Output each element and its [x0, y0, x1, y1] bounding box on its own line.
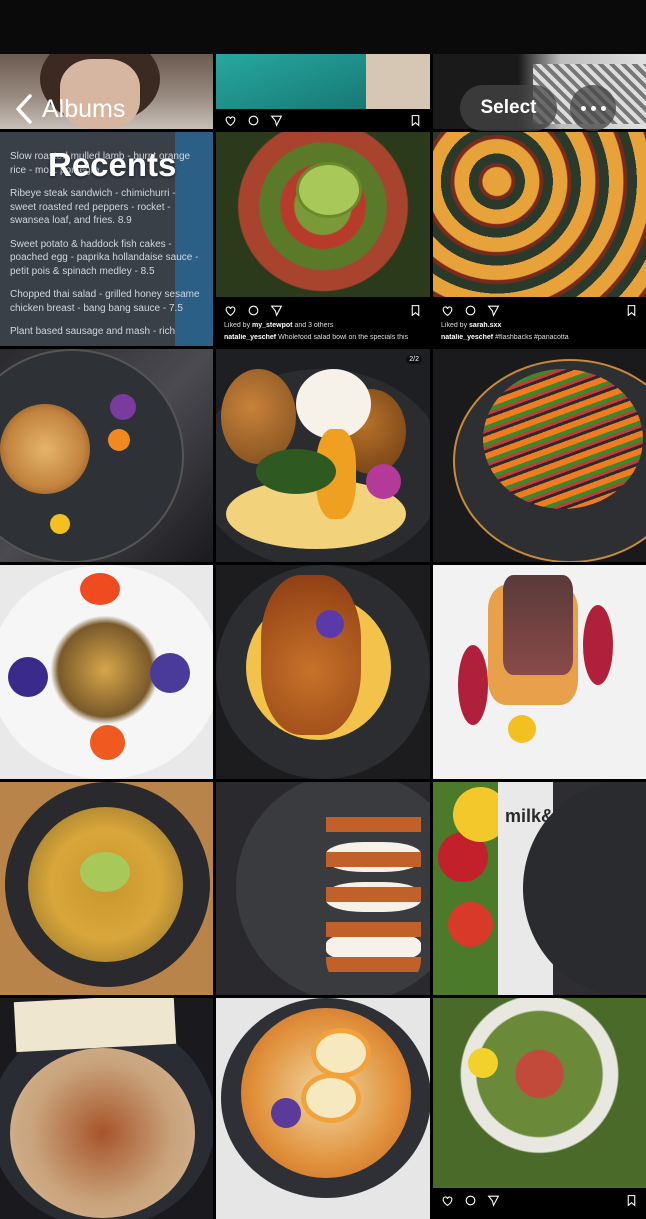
heart-icon[interactable]	[441, 1194, 454, 1207]
liked-by-user-link[interactable]: my_stewpot	[252, 322, 292, 329]
caption-line: natalie_yeschef Wholefood salad bowl on …	[224, 334, 409, 341]
ellipsis-icon	[580, 105, 586, 111]
menu-item: Plant based sausage and mash - rich	[10, 326, 176, 337]
photo-thumbnail[interactable]	[216, 998, 430, 1219]
liked-by-user-link[interactable]: sarah.sxx	[469, 322, 501, 329]
back-button[interactable]: Albums	[14, 90, 125, 128]
photo-thumbnail[interactable]	[433, 998, 646, 1219]
photo-thumbnail[interactable]: Liked by sarah.sxx natalie_yeschef #flas…	[433, 132, 646, 346]
photo-thumbnail[interactable]	[0, 349, 213, 562]
bookmark-icon[interactable]	[409, 304, 422, 317]
comment-icon[interactable]	[247, 304, 260, 317]
status-bar	[0, 0, 646, 54]
send-icon[interactable]	[487, 1194, 500, 1207]
photo-thumbnail[interactable]	[0, 565, 213, 779]
heart-icon[interactable]	[441, 304, 454, 317]
select-button[interactable]: Select	[460, 85, 557, 131]
caption-line: natalie_yeschef #flashbacks #panacotta	[441, 334, 569, 341]
photo-grid: Slow roasted mulled lamb - burnt orange …	[0, 54, 646, 1219]
comment-icon[interactable]	[464, 1194, 477, 1207]
caption-user-link[interactable]: natalie_yeschef	[441, 334, 493, 341]
send-icon[interactable]	[270, 304, 283, 317]
photo-thumbnail[interactable]	[433, 349, 646, 562]
bookmark-icon[interactable]	[409, 114, 422, 127]
menu-item: Sweet potato & haddock fish cakes - poac…	[10, 238, 199, 277]
photo-thumbnail[interactable]	[0, 998, 213, 1219]
likes-line: Liked by sarah.sxx	[441, 322, 502, 329]
photo-thumbnail[interactable]: milk& sugar	[433, 782, 646, 995]
photo-thumbnail[interactable]	[433, 565, 646, 779]
comment-icon[interactable]	[247, 114, 260, 127]
back-label: Albums	[42, 94, 126, 123]
photo-thumbnail[interactable]: 2/2	[216, 349, 430, 562]
caption-user-link[interactable]: natalie_yeschef	[224, 334, 276, 341]
photo-thumbnail[interactable]	[216, 54, 430, 129]
send-icon[interactable]	[270, 114, 283, 127]
comment-icon[interactable]	[464, 304, 477, 317]
menu-item: Ribeye steak sandwich - chimichurri - sw…	[10, 188, 176, 226]
photo-thumbnail[interactable]	[216, 782, 430, 995]
carousel-counter: 2/2	[406, 355, 422, 364]
heart-icon[interactable]	[224, 304, 237, 317]
menu-item: Chopped thai salad - grilled honey sesam…	[10, 289, 200, 314]
bookmark-icon[interactable]	[625, 1194, 638, 1207]
likes-line: Liked by my_stewpot and 3 others	[224, 322, 334, 329]
bookmark-icon[interactable]	[625, 304, 638, 317]
chevron-left-icon	[16, 94, 32, 124]
photo-thumbnail[interactable]: Liked by my_stewpot and 3 others natalie…	[216, 132, 430, 346]
photo-thumbnail[interactable]	[0, 782, 213, 995]
more-button[interactable]	[570, 85, 616, 131]
send-icon[interactable]	[487, 304, 500, 317]
heart-icon[interactable]	[224, 114, 237, 127]
photo-thumbnail[interactable]	[216, 565, 430, 779]
page-title: Recents	[48, 146, 177, 183]
